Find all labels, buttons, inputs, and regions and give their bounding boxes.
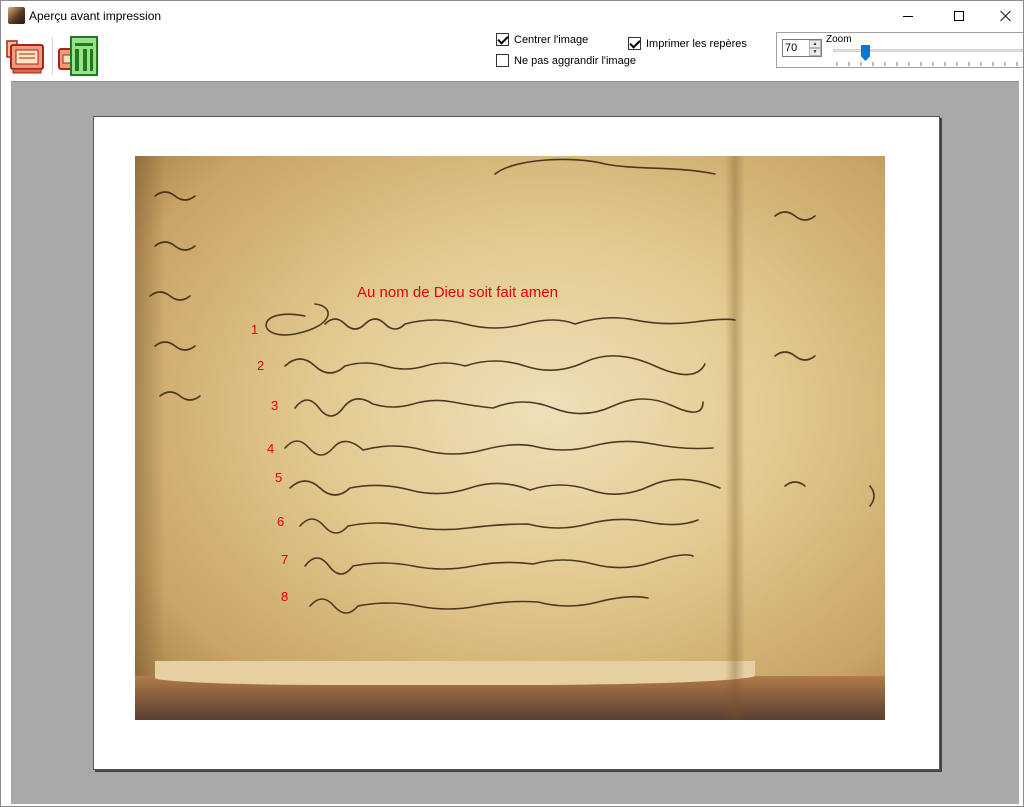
center-image-box[interactable]: [496, 33, 509, 46]
app-icon: [8, 7, 25, 24]
window-title: Aperçu avant impression: [29, 9, 162, 23]
toolbar-separator: [52, 37, 53, 75]
print-marks-label: Imprimer les repères: [646, 37, 747, 50]
maximize-icon: [954, 11, 964, 21]
center-image-checkbox[interactable]: Centrer l'image: [496, 33, 588, 46]
zoom-slider-thumb[interactable]: [861, 45, 870, 61]
preview-area[interactable]: Au nom de Dieu soit fait amen 1 2 3 4 5 …: [11, 81, 1019, 804]
zoom-label: Zoom: [826, 34, 852, 45]
line-number: 2: [257, 358, 265, 373]
close-icon: [1000, 10, 1012, 22]
zoom-slider-ticks: [836, 62, 1018, 66]
no-enlarge-box[interactable]: [496, 54, 509, 67]
center-image-label: Centrer l'image: [514, 33, 589, 46]
line-number: 4: [267, 441, 275, 456]
no-enlarge-label: Ne pas aggrandir l'image: [514, 54, 636, 67]
print-button[interactable]: [5, 35, 49, 77]
annotation-header: Au nom de Dieu soit fait amen: [357, 284, 558, 301]
spin-up-icon[interactable]: ▲: [809, 40, 821, 48]
handwriting-strokes: [149, 158, 875, 614]
zoom-group: 70 ▲ ▼ Zoom: [776, 32, 1023, 68]
title-bar: Aperçu avant impression: [1, 1, 1023, 31]
print-setup-icon: [58, 36, 98, 76]
manuscript-image: Au nom de Dieu soit fait amen 1 2 3 4 5 …: [135, 156, 885, 720]
print-setup-button[interactable]: [57, 35, 101, 77]
line-number: 5: [275, 470, 283, 485]
no-enlarge-checkbox[interactable]: Ne pas aggrandir l'image: [496, 54, 636, 67]
line-number: 6: [277, 514, 285, 529]
zoom-spinner[interactable]: ▲ ▼: [809, 40, 821, 56]
print-marks-checkbox[interactable]: Imprimer les repères: [628, 37, 747, 50]
print-marks-box[interactable]: [628, 37, 641, 50]
preview-page: Au nom de Dieu soit fait amen 1 2 3 4 5 …: [93, 116, 940, 770]
minimize-button[interactable]: [885, 1, 931, 31]
minimize-icon: [903, 15, 913, 17]
maximize-button[interactable]: [936, 1, 982, 31]
line-number: 7: [281, 552, 289, 567]
toolbar: Centrer l'image Ne pas aggrandir l'image…: [1, 31, 1023, 80]
line-number: 1: [251, 322, 259, 337]
spin-down-icon[interactable]: ▼: [809, 48, 821, 56]
print-preview-window: Aperçu avant impression Centrer l'image …: [0, 0, 1024, 807]
line-number: 3: [271, 398, 279, 413]
line-number: 8: [281, 589, 289, 604]
close-button[interactable]: [983, 1, 1023, 31]
printer-icon: [6, 40, 44, 74]
